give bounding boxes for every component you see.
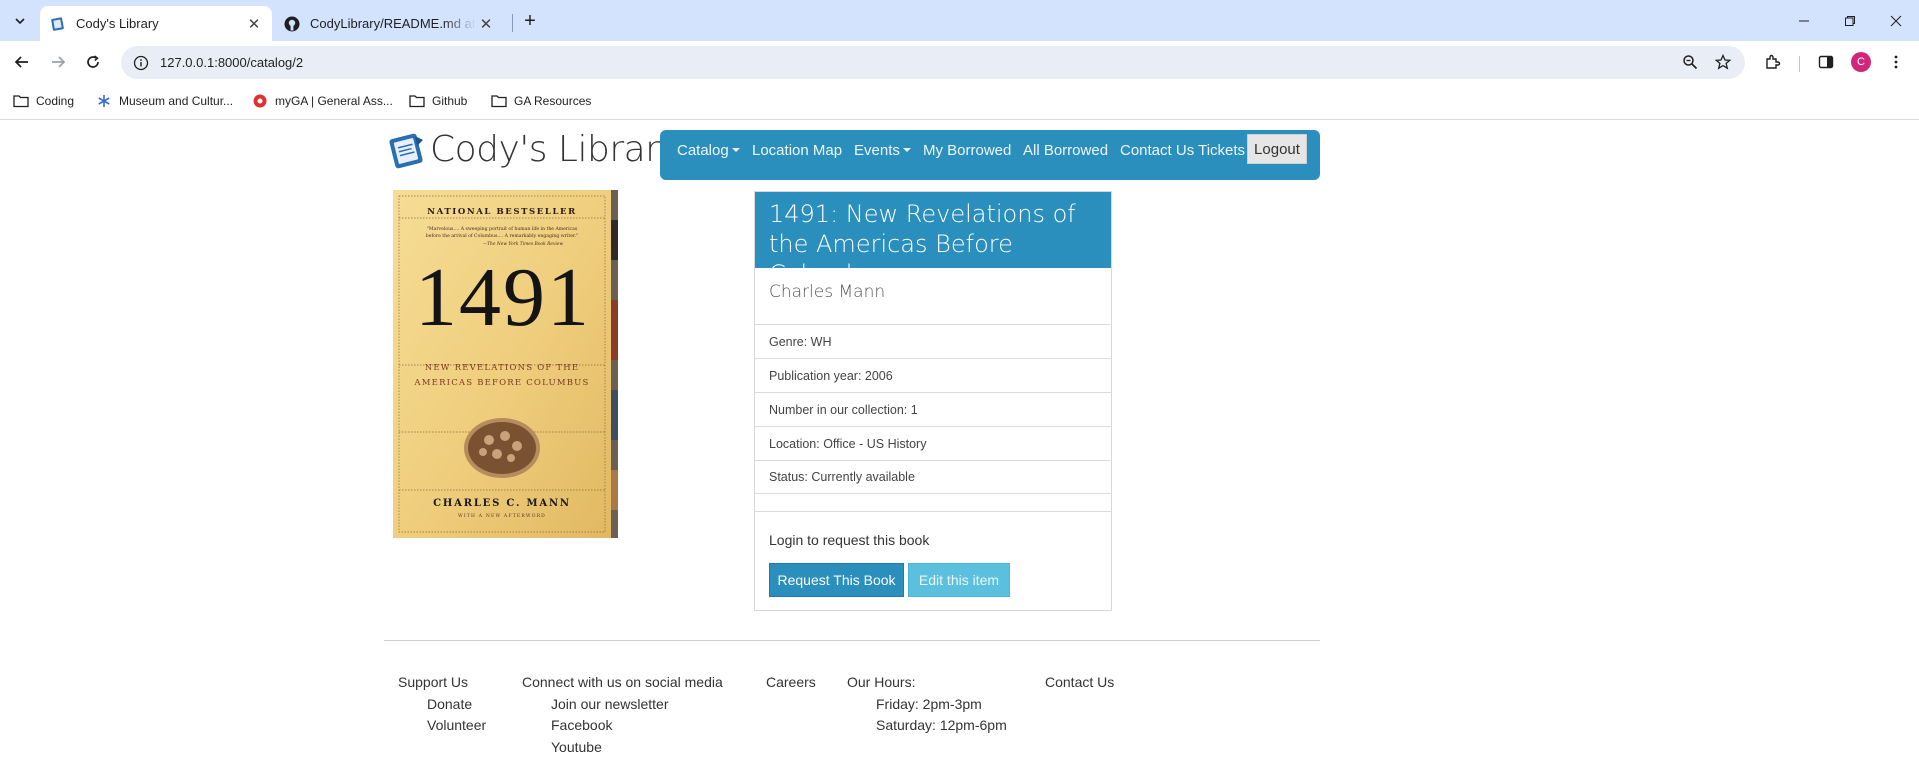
footer-social-heading[interactable]: Connect with us on social media <box>522 672 723 694</box>
logout-button[interactable]: Logout <box>1247 134 1307 164</box>
edit-item-button[interactable]: Edit this item <box>908 563 1010 597</box>
bookmark-star-icon[interactable] <box>1710 49 1736 75</box>
url-text[interactable]: 127.0.0.1:8000/catalog/2 <box>160 55 303 70</box>
folder-icon <box>13 93 29 109</box>
detail-genre: Genre: WH <box>755 324 1111 358</box>
cover-afterword: WITH A NEW AFTERWORD <box>458 513 546 519</box>
nav-location-map[interactable]: Location Map <box>752 142 842 159</box>
footer-link-volunteer[interactable]: Volunteer <box>398 715 486 737</box>
detail-publication-year: Publication year: 2006 <box>755 358 1111 392</box>
close-window-icon[interactable] <box>1873 0 1919 41</box>
footer-link-youtube[interactable]: Youtube <box>522 737 723 759</box>
folder-icon <box>491 93 507 109</box>
browser-toolbar: 127.0.0.1:8000/catalog/2 C <box>0 41 1919 83</box>
toolbar-separator <box>1799 56 1800 72</box>
minimize-icon[interactable] <box>1781 0 1827 41</box>
caret-down-icon <box>902 148 911 152</box>
browser-tab-strip: Cody's Library ✕ CodyLibrary/README.md a… <box>0 0 1919 41</box>
nav-my-borrowed[interactable]: My Borrowed <box>923 142 1011 159</box>
tab-separator <box>512 14 513 32</box>
snowflake-icon <box>96 93 112 109</box>
profile-avatar[interactable]: C <box>1851 52 1871 72</box>
main-navbar: Catalog Location Map Events My Borrowed … <box>660 130 1320 180</box>
bookmark-ga-resources[interactable]: GA Resources <box>491 91 591 111</box>
zoom-icon[interactable] <box>1677 49 1703 75</box>
book-favicon-icon <box>50 16 66 32</box>
forward-arrow-icon[interactable] <box>45 49 71 75</box>
cover-author: CHARLES C. MANN <box>433 498 571 509</box>
login-prompt: Login to request this book <box>769 532 930 548</box>
footer-hours-saturday: Saturday: 12pm-6pm <box>876 717 1007 733</box>
detail-status: Status: Currently available <box>755 460 1111 494</box>
caret-down-icon <box>731 148 740 152</box>
card-footer-divider <box>755 511 1111 512</box>
footer-careers-column: Careers <box>766 672 816 694</box>
tab-github-readme[interactable]: CodyLibrary/README.md at main ✕ <box>274 6 504 41</box>
tab-title: Cody's Library <box>76 16 159 31</box>
footer-social-column: Connect with us on social media Join our… <box>522 672 723 758</box>
ga-logo-icon <box>252 93 268 109</box>
detail-location: Location: Office - US History <box>755 426 1111 460</box>
bookmark-myga[interactable]: myGA | General Ass... <box>252 91 393 111</box>
tab-close-icon[interactable]: ✕ <box>476 14 496 34</box>
github-icon <box>284 16 300 32</box>
cover-big-title: 1491 <box>415 251 591 344</box>
site-title[interactable]: Cody's Library <box>430 129 681 170</box>
footer-hours-friday: Friday: 2pm-3pm <box>876 695 982 712</box>
kebab-menu-icon[interactable] <box>1885 51 1907 73</box>
cover-blurb: "Marvelous.... A sweeping portrait of hu… <box>427 226 578 232</box>
bookmark-coding[interactable]: Coding <box>13 91 74 111</box>
cover-subtitle-2: AMERICAS BEFORE COLUMBUS <box>413 378 589 388</box>
footer-support-column: Support Us Donate Volunteer <box>398 672 486 737</box>
footer-hours-heading: Our Hours: <box>847 674 916 690</box>
extensions-puzzle-icon[interactable] <box>1762 51 1784 73</box>
bookmarks-bar: Coding Museum and Cultur... myGA | Gener… <box>0 83 1919 120</box>
nav-events-dropdown[interactable]: Events <box>854 142 911 159</box>
footer-link-careers[interactable]: Careers <box>766 672 816 694</box>
book-cover-image: NATIONAL BESTSELLER "Marvelous.... A swe… <box>393 190 618 538</box>
reload-icon[interactable] <box>80 49 106 75</box>
book-author: Charles Mann <box>769 282 886 302</box>
nav-all-borrowed[interactable]: All Borrowed <box>1023 142 1108 159</box>
nav-contact-tickets[interactable]: Contact Us Tickets <box>1120 142 1245 159</box>
back-arrow-icon[interactable] <box>9 49 35 75</box>
tab-title: CodyLibrary/README.md at main <box>310 16 476 31</box>
footer-link-newsletter[interactable]: Join our newsletter <box>522 694 723 716</box>
detail-collection-count: Number in our collection: 1 <box>755 392 1111 426</box>
footer-divider <box>384 640 1320 641</box>
request-book-button[interactable]: Request This Book <box>769 563 904 597</box>
site-info-icon[interactable] <box>133 55 149 71</box>
library-logo-icon[interactable] <box>388 130 428 170</box>
tab-close-icon[interactable]: ✕ <box>244 14 264 34</box>
cover-subtitle-1: NEW REVELATIONS OF THE <box>425 363 580 373</box>
side-panel-icon[interactable] <box>1815 51 1837 73</box>
footer-hours-column: Our Hours: Friday: 2pm-3pm Saturday: 12p… <box>847 672 1007 737</box>
cover-blurb-source: —The New York Times Book Review <box>483 242 564 247</box>
site-header: Cody's Library Catalog Location Map Even… <box>384 128 1320 184</box>
nav-catalog-dropdown[interactable]: Catalog <box>677 142 740 159</box>
footer-contact-column: Contact Us <box>1045 672 1114 694</box>
footer-link-donate[interactable]: Donate <box>398 694 486 716</box>
tab-search-chevron-icon[interactable] <box>7 8 33 34</box>
new-tab-plus-icon[interactable]: + <box>518 9 542 33</box>
bookmark-museum[interactable]: Museum and Cultur... <box>96 91 233 111</box>
book-detail-card: 1491: New Revelations of the Americas Be… <box>754 191 1112 611</box>
restore-icon[interactable] <box>1827 0 1873 41</box>
footer-link-contact[interactable]: Contact Us <box>1045 672 1114 694</box>
book-title: 1491: New Revelations of the Americas Be… <box>755 192 1111 288</box>
cover-banner: NATIONAL BESTSELLER <box>427 207 577 217</box>
address-bar[interactable]: 127.0.0.1:8000/catalog/2 <box>121 46 1745 79</box>
svg-text:before the arrival of Columbus: before the arrival of Columbus.... A rem… <box>426 233 578 239</box>
book-details-list: Genre: WH Publication year: 2006 Number … <box>755 324 1111 494</box>
tab-codys-library[interactable]: Cody's Library ✕ <box>40 6 272 41</box>
footer-support-heading[interactable]: Support Us <box>398 672 486 694</box>
folder-icon <box>409 93 425 109</box>
bookmark-github[interactable]: Github <box>409 91 467 111</box>
footer-link-facebook[interactable]: Facebook <box>522 715 723 737</box>
